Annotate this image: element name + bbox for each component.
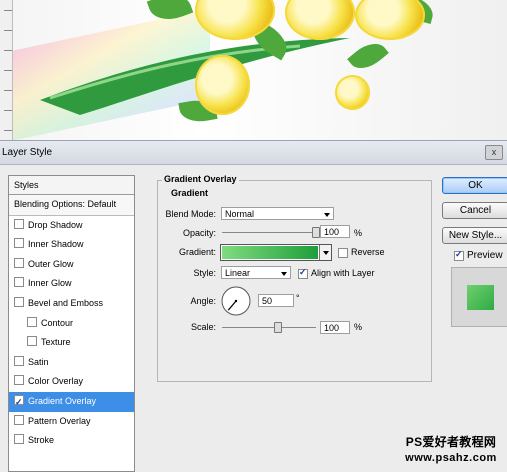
style-item-label: Bevel and Emboss [28, 297, 104, 308]
new-style-button[interactable]: New Style... [442, 227, 507, 244]
style-item-label: Texture [41, 337, 71, 348]
style-item[interactable]: Drop Shadow [9, 216, 134, 236]
style-item-label: Inner Glow [28, 278, 72, 289]
style-item[interactable]: Texture [9, 333, 134, 353]
style-item[interactable]: Bevel and Emboss [9, 294, 134, 314]
style-item-label: Gradient Overlay [28, 395, 97, 406]
scale-slider-track[interactable] [222, 327, 316, 328]
style-item-checkbox[interactable] [14, 393, 24, 413]
blend-mode-label: Blend Mode: [165, 209, 216, 219]
style-item-label: Inner Shadow [28, 239, 84, 250]
angle-label: Angle: [190, 296, 216, 306]
style-item[interactable]: Color Overlay [9, 372, 134, 392]
lemon [195, 55, 250, 115]
style-item[interactable]: Satin [9, 353, 134, 373]
style-item-label: Stroke [28, 435, 55, 446]
layer-style-dialog: Layer Style x Styles Blending Options: D… [0, 140, 507, 472]
style-item-checkbox[interactable] [14, 375, 24, 386]
style-item-checkbox[interactable] [14, 355, 24, 366]
opacity-slider-track[interactable] [222, 232, 316, 233]
angle-unit: ° [296, 293, 300, 303]
scale-slider-thumb[interactable] [274, 322, 283, 333]
chevron-down-icon [281, 272, 287, 276]
blend-mode-value: Normal [225, 209, 255, 219]
opacity-label: Opacity: [182, 228, 216, 238]
style-item-checkbox[interactable] [14, 434, 24, 445]
style-item[interactable]: Stroke [9, 431, 134, 451]
gradient-picker[interactable] [220, 244, 332, 261]
style-label: Style: [193, 268, 216, 278]
blending-options-item[interactable]: Blending Options: Default [9, 195, 134, 216]
chevron-down-icon [323, 251, 329, 255]
section-title: Gradient [171, 188, 209, 198]
scale-value: 100 [324, 323, 340, 333]
reverse-label: Reverse [351, 247, 385, 257]
reverse-checkbox[interactable] [338, 248, 348, 258]
style-item[interactable]: Pattern Overlay [9, 412, 134, 432]
opacity-slider-thumb[interactable] [312, 227, 320, 238]
cancel-button[interactable]: Cancel [442, 202, 507, 219]
styles-header[interactable]: Styles [9, 176, 134, 195]
scale-input[interactable]: 100 [320, 321, 350, 334]
gradient-dropdown-button[interactable] [319, 245, 331, 260]
blend-mode-dropdown[interactable]: Normal [221, 207, 334, 220]
style-item-label: Pattern Overlay [28, 415, 91, 426]
preview-box [451, 267, 507, 327]
preview-checkbox[interactable] [454, 249, 464, 261]
style-item[interactable]: Contour [9, 314, 134, 334]
preview-swatch [467, 285, 494, 310]
angle-input[interactable]: 50 [258, 294, 294, 307]
watermark-line2: www.psahz.com [405, 452, 497, 464]
style-item-label: Drop Shadow [28, 219, 83, 230]
style-item[interactable]: Inner Shadow [9, 235, 134, 255]
style-item[interactable]: Gradient Overlay [9, 391, 134, 413]
canvas-artwork [0, 0, 507, 140]
preview-label: Preview [467, 250, 503, 261]
align-with-layer-checkbox[interactable] [298, 267, 308, 279]
gradient-label: Gradient: [178, 247, 216, 257]
style-item-label: Color Overlay [28, 376, 84, 387]
gradient-preview[interactable] [222, 246, 318, 259]
style-item-checkbox[interactable] [27, 316, 37, 327]
style-item-checkbox[interactable] [14, 257, 24, 268]
style-item[interactable]: Inner Glow [9, 274, 134, 294]
scale-unit: % [354, 322, 363, 332]
opacity-unit: % [354, 228, 363, 238]
watermark-line1: PS爱好者教程网 [405, 435, 497, 449]
ok-button[interactable]: OK [442, 177, 507, 194]
style-item-label: Outer Glow [28, 258, 74, 269]
angle-dial[interactable] [220, 285, 252, 317]
leaf [347, 36, 389, 76]
group-title: Gradient Overlay [162, 174, 239, 184]
style-item[interactable]: Outer Glow [9, 255, 134, 275]
dialog-titlebar: Layer Style x [0, 140, 507, 165]
dialog-title: Layer Style [2, 147, 53, 158]
style-item-checkbox[interactable] [14, 414, 24, 425]
style-item-checkbox[interactable] [14, 277, 24, 288]
lemon [355, 0, 425, 40]
style-item-checkbox[interactable] [27, 336, 37, 347]
close-icon: x [491, 147, 497, 157]
vertical-ruler [0, 0, 13, 140]
scale-label: Scale: [190, 322, 216, 332]
styles-list: Styles Blending Options: Default Drop Sh… [8, 175, 135, 472]
style-item-checkbox[interactable] [14, 218, 24, 229]
lemon [335, 75, 370, 110]
watermark: PS爱好者教程网 www.psahz.com [395, 433, 507, 468]
style-item-label: Contour [41, 317, 74, 328]
chevron-down-icon [324, 213, 330, 217]
opacity-input[interactable]: 100 [320, 225, 350, 238]
close-button[interactable]: x [485, 145, 503, 160]
opacity-value: 100 [324, 227, 340, 237]
style-item-checkbox[interactable] [14, 296, 24, 307]
style-dropdown[interactable]: Linear [221, 266, 291, 279]
angle-value: 50 [262, 296, 273, 306]
style-item-checkbox[interactable] [14, 238, 24, 249]
align-with-layer-label: Align with Layer [311, 268, 375, 278]
style-value: Linear [225, 268, 251, 278]
style-item-label: Satin [28, 356, 49, 367]
